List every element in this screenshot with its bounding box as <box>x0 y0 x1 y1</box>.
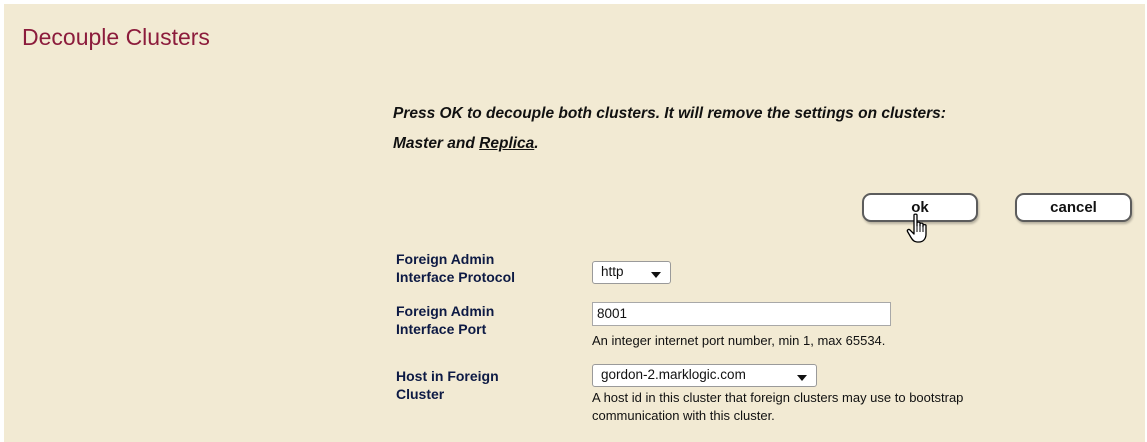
protocol-label: Foreign Admin Interface Protocol <box>396 250 515 286</box>
protocol-label-line1: Foreign Admin <box>396 251 495 267</box>
port-label: Foreign Admin Interface Port <box>396 302 494 338</box>
protocol-select-value: http <box>601 264 624 279</box>
chevron-down-icon <box>651 272 661 278</box>
host-help-text: A host id in this cluster that foreign c… <box>592 389 963 425</box>
port-input[interactable]: 8001 <box>592 302 891 326</box>
protocol-select[interactable]: http <box>592 261 671 284</box>
host-label-line2: Cluster <box>396 386 445 402</box>
host-help-line1: A host id in this cluster that foreign c… <box>592 390 964 405</box>
port-label-line1: Foreign Admin <box>396 303 495 319</box>
host-label: Host in Foreign Cluster <box>396 367 499 403</box>
host-select[interactable]: gordon-2.marklogic.com <box>592 364 817 387</box>
page-title: Decouple Clusters <box>22 24 210 50</box>
hand-pointer-icon <box>906 213 927 243</box>
host-select-value: gordon-2.marklogic.com <box>601 367 746 382</box>
cluster-master: Master <box>393 135 443 152</box>
confirm-period: . <box>534 135 539 152</box>
protocol-label-line2: Interface Protocol <box>396 269 516 285</box>
confirm-text: Press OK to decouple both clusters. It w… <box>393 105 946 122</box>
confirm-message: Press OK to decouple both clusters. It w… <box>393 99 1113 159</box>
cancel-button[interactable]: cancel <box>1015 193 1132 222</box>
port-label-line2: Interface Port <box>396 321 487 337</box>
host-help-line2: communication with this cluster. <box>592 408 775 423</box>
cluster-replica-link[interactable]: Replica <box>479 135 534 152</box>
host-label-line1: Host in Foreign <box>396 368 499 384</box>
port-help-text: An integer internet port number, min 1, … <box>592 333 886 348</box>
chevron-down-icon <box>797 375 807 381</box>
confirm-and: and <box>447 135 475 152</box>
decouple-clusters-panel <box>4 4 1145 442</box>
